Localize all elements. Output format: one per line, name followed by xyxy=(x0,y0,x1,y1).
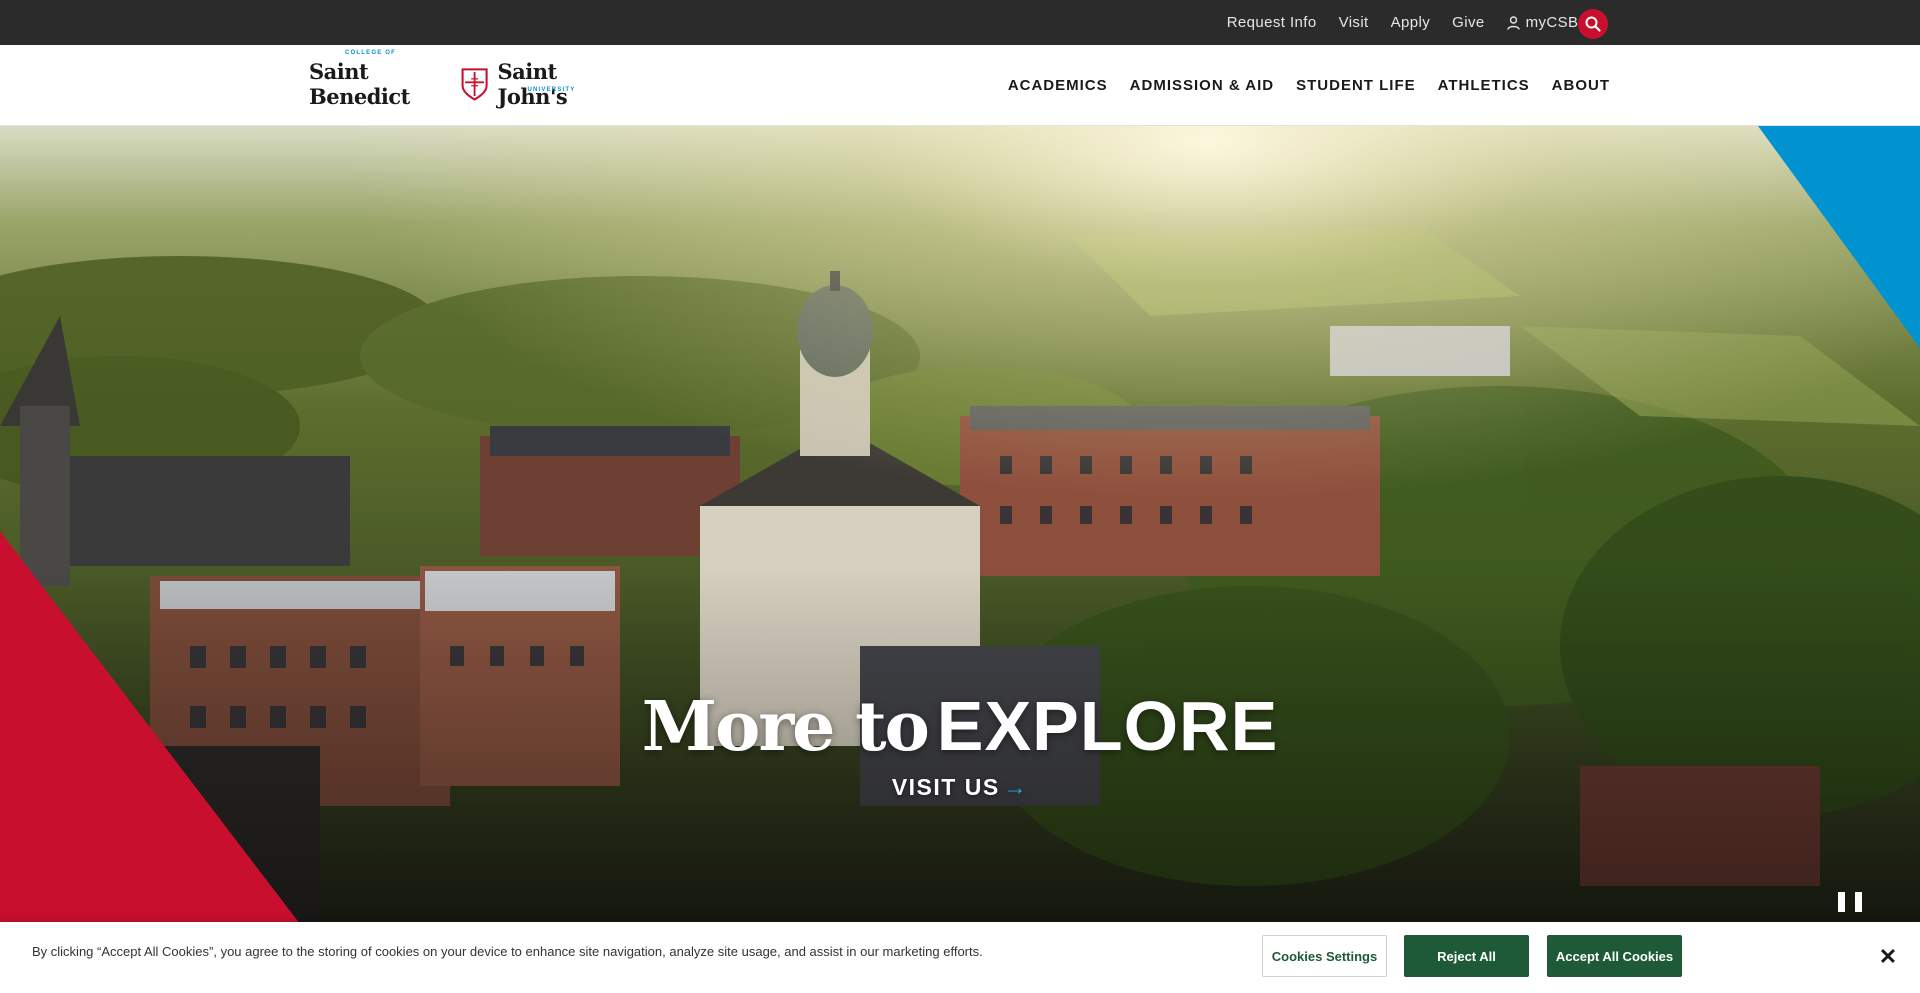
hero-campus-aerial-image xyxy=(0,126,1920,924)
user-icon xyxy=(1506,15,1520,30)
logo-university: UNIVERSITY xyxy=(527,87,576,93)
search-button[interactable] xyxy=(1578,9,1608,39)
logo-college-of: COLLEGE OF xyxy=(345,50,396,56)
hero-title-serif: More to xyxy=(641,687,930,767)
arrow-right-icon: → xyxy=(1003,774,1029,800)
hero-title: More to EXPLORE xyxy=(0,686,1920,767)
pause-button[interactable] xyxy=(1838,889,1862,915)
reject-all-button[interactable]: Reject All xyxy=(1404,935,1529,977)
logo-left-name: COLLEGE OF Saint Benedict xyxy=(309,50,410,109)
cookie-banner-text: By clicking “Accept All Cookies”, you ag… xyxy=(32,944,983,959)
pause-icon xyxy=(1838,892,1845,912)
close-icon[interactable]: ✕ xyxy=(1876,946,1900,970)
nav-academics[interactable]: ACADEMICS xyxy=(1008,77,1108,94)
utility-link-visit[interactable]: Visit xyxy=(1339,14,1369,31)
visit-us-label: VISIT US xyxy=(891,774,1000,800)
nav-student-life[interactable]: STUDENT LIFE xyxy=(1296,77,1416,94)
visit-us-link[interactable]: VISIT US → xyxy=(0,774,1920,801)
main-nav: ACADEMICS ADMISSION & AID STUDENT LIFE A… xyxy=(986,45,1610,126)
utility-link-give[interactable]: Give xyxy=(1452,14,1484,31)
search-icon xyxy=(1585,16,1601,32)
nav-admission-aid[interactable]: ADMISSION & AID xyxy=(1130,77,1274,94)
utility-bar: Request Info Visit Apply Give myCSBSJU xyxy=(0,0,1920,45)
shield-icon xyxy=(461,68,488,101)
utility-link-request-info[interactable]: Request Info xyxy=(1227,14,1317,31)
hero-title-sans: EXPLORE xyxy=(936,687,1279,765)
site-logo[interactable]: COLLEGE OF Saint Benedict Saint John's U… xyxy=(309,50,614,109)
utility-link-apply[interactable]: Apply xyxy=(1391,14,1431,31)
nav-about[interactable]: ABOUT xyxy=(1552,77,1610,94)
main-header: COLLEGE OF Saint Benedict Saint John's U… xyxy=(0,45,1920,126)
nav-athletics[interactable]: ATHLETICS xyxy=(1438,77,1530,94)
cookies-settings-button[interactable]: Cookies Settings xyxy=(1262,935,1387,977)
hero-video: More to EXPLORE VISIT US → xyxy=(0,126,1920,924)
accept-all-cookies-button[interactable]: Accept All Cookies xyxy=(1547,935,1682,977)
utility-nav: Request Info Visit Apply Give myCSBSJU xyxy=(1205,0,1608,45)
logo-right-name: Saint John's UNIVERSITY xyxy=(497,59,576,109)
cookie-banner: By clicking “Accept All Cookies”, you ag… xyxy=(0,922,1920,993)
